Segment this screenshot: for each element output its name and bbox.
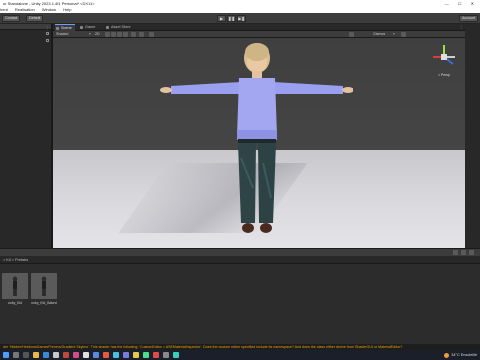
transform-tool-icon[interactable]: [349, 32, 354, 37]
tab-asset-store-label: Asset Store: [111, 25, 131, 29]
asset-item[interactable]: ooby_Kid_Baked: [31, 273, 57, 305]
system-tray: 34°C Ensoleillé: [444, 350, 477, 360]
tab-game[interactable]: Game: [79, 24, 98, 31]
scene-view-toolbar: Shaded ▾ 2D Gizmos ▾: [53, 31, 465, 38]
hidden-packages-icon[interactable]: [469, 250, 474, 255]
orientation-gizmo[interactable]: < Persp: [429, 42, 459, 78]
asset-label: ooby_Kid: [7, 301, 23, 305]
app-icon[interactable]: [53, 352, 59, 358]
app-icon[interactable]: [173, 352, 179, 358]
os-taskbar: 34°C Ensoleillé: [0, 350, 480, 360]
app-icon[interactable]: [73, 352, 79, 358]
tools-icon[interactable]: [149, 32, 154, 37]
hidden-objects-icon[interactable]: [123, 32, 128, 37]
favorite-icon[interactable]: [461, 250, 466, 255]
maximize-button[interactable]: ☐: [458, 1, 466, 6]
inspector-panel: [465, 24, 480, 248]
prefab-thumbnail: [31, 273, 57, 299]
axis-gizmo-icon[interactable]: [429, 42, 459, 72]
asset-store-icon: [106, 26, 109, 29]
main-toolbar: Contact Default ▶ ❚❚ ▶❚ Account: [0, 13, 480, 24]
app-icon[interactable]: [153, 352, 159, 358]
gizmos-chevron-icon: ▾: [393, 32, 395, 36]
tab-scene[interactable]: Scene: [55, 24, 75, 31]
play-button[interactable]: ▶: [217, 15, 226, 22]
menu-item-window[interactable]: Window: [42, 7, 56, 12]
browser-icon[interactable]: [43, 352, 49, 358]
visibility-icon[interactable]: [46, 39, 49, 42]
tab-menu-icon[interactable]: ⋮: [459, 24, 463, 29]
contact-label: Contact: [5, 16, 18, 20]
status-message: der 'Hidden/HebbonsGamesPrevers/Gradient…: [3, 345, 403, 349]
tab-game-label: Game: [85, 25, 96, 29]
project-toolbar: [0, 248, 480, 256]
step-button[interactable]: ▶❚: [237, 15, 246, 22]
account-button[interactable]: Account: [459, 15, 478, 22]
asset-label: ooby_Kid_Baked: [31, 301, 57, 305]
menu-item-help[interactable]: Help: [63, 7, 71, 12]
task-view-icon[interactable]: [23, 352, 29, 358]
scene-viewport[interactable]: < Persp: [53, 38, 465, 248]
mode-2d-toggle[interactable]: 2D: [95, 32, 100, 37]
default-label: Default: [29, 16, 41, 20]
account-label: Account: [462, 16, 475, 20]
app-icon[interactable]: [133, 352, 139, 358]
lock-icon[interactable]: [46, 32, 49, 35]
character-model[interactable]: [153, 38, 353, 248]
persp-label[interactable]: < Persp: [429, 73, 459, 77]
unity-icon[interactable]: [83, 352, 89, 358]
pause-button[interactable]: ❚❚: [227, 15, 236, 22]
app-icon[interactable]: [93, 352, 99, 358]
hierarchy-panel: ⋮: [0, 24, 52, 248]
app-icon[interactable]: [163, 352, 169, 358]
shading-mode-dropdown[interactable]: Shaded: [56, 32, 68, 37]
weather-icon: [444, 352, 450, 358]
window-controls: — ☐ ✕: [445, 0, 478, 7]
dropdown-chevron-icon: ▾: [89, 32, 91, 36]
app-icon[interactable]: [123, 352, 129, 358]
asset-item[interactable]: ooby_Kid: [2, 273, 28, 305]
gizmos-dropdown[interactable]: Gizmos: [373, 32, 385, 37]
window-title-bar: ur Standalone - Unity 2023.1.4f1 Persona…: [0, 0, 480, 7]
panel-menu-icon[interactable]: ⋮: [45, 25, 49, 30]
scene-tab-bar: Scene Game Asset Store ⋮: [53, 24, 465, 31]
app-icon[interactable]: [113, 352, 119, 358]
effects-icon[interactable]: [117, 32, 122, 37]
start-icon[interactable]: [3, 352, 9, 358]
filter-icon[interactable]: [453, 250, 458, 255]
project-assets-grid: ooby_Kid ooby_Kid_Baked: [0, 264, 480, 344]
scene-icon: [56, 27, 59, 30]
default-button[interactable]: Default: [26, 15, 44, 22]
breadcrumb: > Kit > Prefabs: [0, 256, 480, 264]
menu-item-component[interactable]: hent: [0, 7, 8, 12]
app-icon[interactable]: [143, 352, 149, 358]
hierarchy-header: [0, 24, 51, 30]
close-button[interactable]: ✕: [471, 1, 478, 6]
search-icon[interactable]: [13, 352, 19, 358]
prefab-thumbnail: [2, 273, 28, 299]
character-thumbnail-icon: [31, 273, 57, 299]
contact-button[interactable]: Contact: [2, 15, 21, 22]
camera-icon[interactable]: [131, 32, 136, 37]
tab-scene-label: Scene: [61, 26, 72, 30]
breadcrumb-path[interactable]: > Kit > Prefabs: [3, 258, 28, 262]
character-thumbnail-icon: [2, 273, 28, 299]
minimize-button[interactable]: —: [445, 1, 453, 6]
tab-asset-store[interactable]: Asset Store: [105, 24, 134, 31]
lighting-icon[interactable]: [105, 32, 110, 37]
grid-icon[interactable]: [139, 32, 144, 37]
game-icon: [80, 26, 83, 29]
search-icon[interactable]: [401, 32, 406, 37]
app-icon[interactable]: [63, 352, 69, 358]
audio-icon[interactable]: [111, 32, 116, 37]
weather-text[interactable]: 34°C Ensoleillé: [451, 353, 477, 357]
app-icon[interactable]: [103, 352, 109, 358]
window-title: ur Standalone - Unity 2023.1.4f1 Persona…: [3, 1, 95, 6]
menu-item-realisation[interactable]: Realisation: [15, 7, 35, 12]
file-explorer-icon[interactable]: [33, 352, 39, 358]
